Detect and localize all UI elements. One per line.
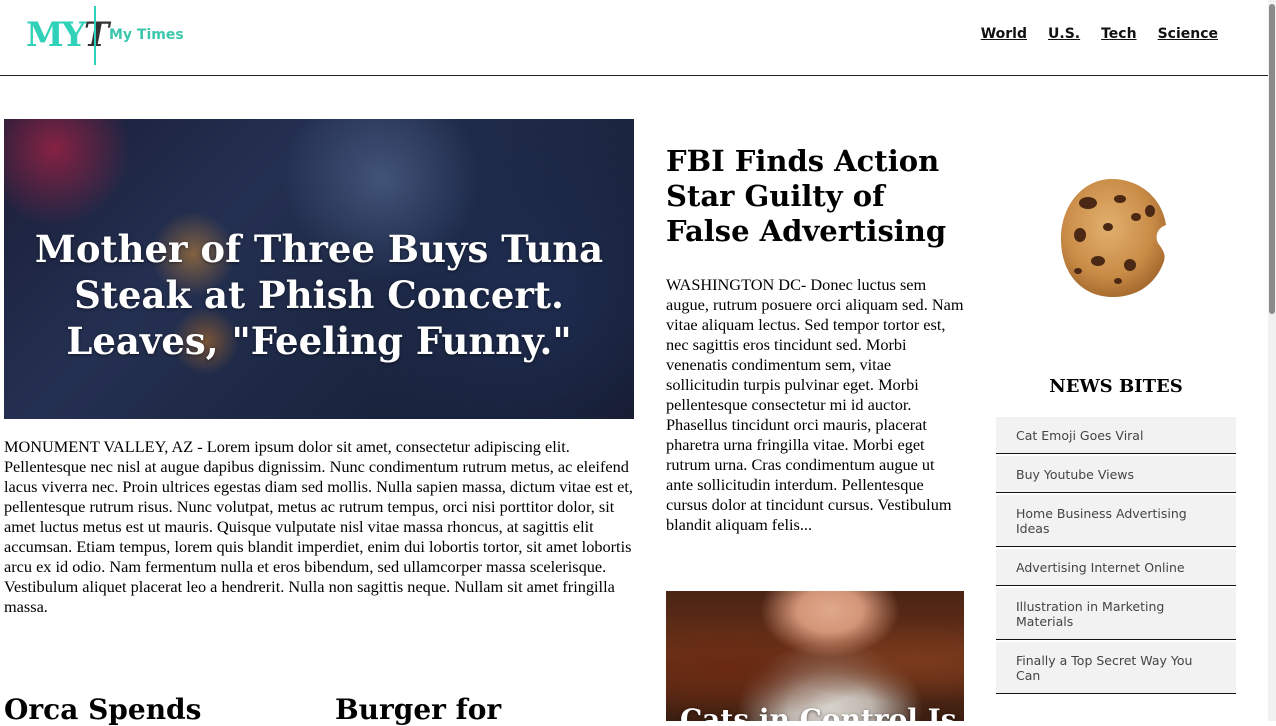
news-bites-heading: NEWS BITES	[1049, 376, 1183, 397]
article-headline-burger[interactable]: Burger for	[335, 693, 501, 726]
news-bite-item[interactable]: Advertising Internet Online	[996, 549, 1236, 586]
feature-headline[interactable]: FBI Finds Action Star Guilty of False Ad…	[666, 144, 966, 249]
cat-story-image[interactable]: Cats in Control Is	[666, 591, 964, 721]
hero-article-body: MONUMENT VALLEY, AZ - Lorem ipsum dolor …	[4, 437, 633, 616]
nav-link-tech[interactable]: Tech	[1101, 26, 1136, 42]
site-name[interactable]: My Times	[109, 27, 184, 43]
scrollbar-thumb[interactable]	[1269, 4, 1275, 314]
logo-divider	[94, 6, 96, 65]
news-bite-item[interactable]: Buy Youtube Views	[996, 456, 1236, 493]
cat-story-headline[interactable]: Cats in Control Is	[680, 703, 957, 721]
site-header: MYT My Times World U.S. Tech Science	[0, 0, 1268, 76]
article-headline-orca[interactable]: Orca Spends	[4, 693, 201, 726]
cookie-image	[1061, 178, 1166, 297]
nav-link-world[interactable]: World	[981, 26, 1027, 42]
news-bite-item[interactable]: Home Business Advertising Ideas	[996, 495, 1236, 547]
news-bite-item[interactable]: Illustration in Marketing Materials	[996, 588, 1236, 640]
hero-image[interactable]: Mother of Three Buys Tuna Steak at Phish…	[4, 119, 634, 419]
site-logo[interactable]: MYT	[26, 14, 109, 56]
news-bite-item[interactable]: Cat Emoji Goes Viral	[996, 417, 1236, 454]
main-nav: World U.S. Tech Science	[981, 26, 1218, 42]
hero-headline[interactable]: Mother of Three Buys Tuna Steak at Phish…	[4, 226, 634, 364]
feature-article-body: WASHINGTON DC- Donec luctus sem augue, r…	[666, 275, 964, 534]
nav-link-us[interactable]: U.S.	[1048, 26, 1080, 42]
news-bite-item[interactable]: Finally a Top Secret Way You Can	[996, 642, 1236, 694]
news-bites-list: Cat Emoji Goes Viral Buy Youtube Views H…	[996, 417, 1236, 696]
nav-link-science[interactable]: Science	[1158, 26, 1218, 42]
page-scrollbar[interactable]	[1268, 0, 1276, 721]
